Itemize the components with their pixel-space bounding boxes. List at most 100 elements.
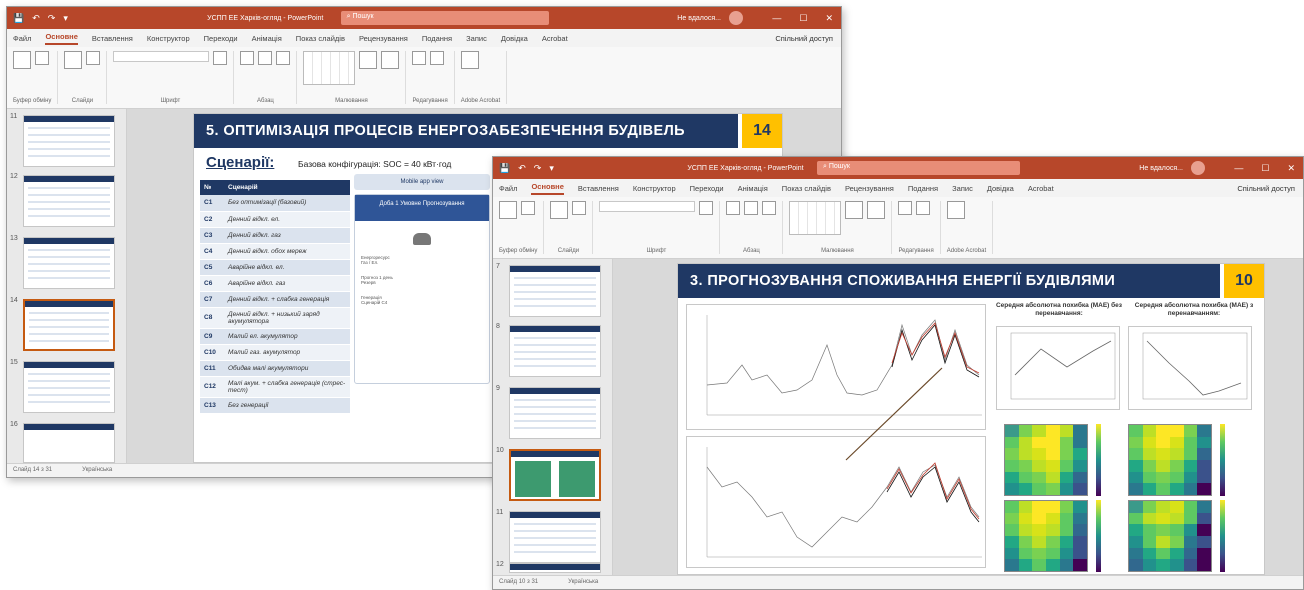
redo-icon[interactable]: ↷ xyxy=(48,13,56,24)
minimize-button[interactable]: — xyxy=(1234,163,1243,174)
table-row: C5 Аварійне відкл. ел. xyxy=(200,259,350,276)
align-icon[interactable] xyxy=(744,201,759,215)
tab-insert[interactable]: Вставлення xyxy=(578,184,619,193)
font-size-icon[interactable] xyxy=(213,51,228,65)
tab-slideshow[interactable]: Показ слайдів xyxy=(296,34,345,43)
tab-animations[interactable]: Анімація xyxy=(252,34,282,43)
tab-view[interactable]: Подання xyxy=(422,34,452,43)
base-configuration-text: Базова конфігурація: SOC = 40 кВт·год xyxy=(298,159,452,169)
tab-record[interactable]: Запис xyxy=(466,34,487,43)
cut-icon[interactable] xyxy=(35,51,49,65)
save-icon[interactable]: 💾 xyxy=(13,13,24,24)
table-header: № xyxy=(200,180,224,195)
quick-styles-icon[interactable] xyxy=(381,51,400,69)
undo-icon[interactable]: ↶ xyxy=(518,163,526,174)
layout-icon[interactable] xyxy=(86,51,101,65)
mobile-view-button[interactable]: Mobile app view xyxy=(354,174,490,190)
new-slide-icon[interactable] xyxy=(64,51,83,69)
maximize-button[interactable]: ☐ xyxy=(799,13,807,24)
save-icon[interactable]: 💾 xyxy=(499,163,510,174)
quick-styles-icon[interactable] xyxy=(867,201,886,219)
spacing-icon[interactable] xyxy=(276,51,291,65)
find-icon[interactable] xyxy=(412,51,427,65)
bullets-icon[interactable] xyxy=(240,51,255,65)
heatmap-colorbar xyxy=(1220,424,1225,496)
maximize-button[interactable]: ☐ xyxy=(1261,163,1269,174)
ribbon-group-paragraph: Абзац xyxy=(240,51,298,104)
arrange-icon[interactable] xyxy=(359,51,378,69)
tab-design[interactable]: Конструктор xyxy=(147,34,190,43)
share-button[interactable]: Спільний доступ xyxy=(1237,184,1295,193)
tab-animations[interactable]: Анімація xyxy=(738,184,768,193)
slide-thumbnail[interactable] xyxy=(509,387,601,439)
tab-home[interactable]: Основне xyxy=(531,182,564,195)
cut-icon[interactable] xyxy=(521,201,535,215)
find-icon[interactable] xyxy=(898,201,913,215)
table-row: C7 Денний відкл. + слабка генерація xyxy=(200,291,350,308)
tab-help[interactable]: Довідка xyxy=(501,34,528,43)
replace-icon[interactable] xyxy=(430,51,445,65)
table-row: C13 Без генерації xyxy=(200,397,350,414)
spacing-icon[interactable] xyxy=(762,201,777,215)
slide-thumbnail-selected[interactable] xyxy=(23,299,115,351)
font-name-input[interactable] xyxy=(599,201,696,212)
tab-design[interactable]: Конструктор xyxy=(633,184,676,193)
replace-icon[interactable] xyxy=(916,201,931,215)
tab-slideshow[interactable]: Показ слайдів xyxy=(782,184,831,193)
undo-icon[interactable]: ↶ xyxy=(32,13,40,24)
tab-review[interactable]: Рецензування xyxy=(845,184,894,193)
search-input[interactable]: ⌕ Пошук xyxy=(340,11,550,25)
create-pdf-icon[interactable] xyxy=(460,51,479,69)
tab-home[interactable]: Основне xyxy=(45,32,78,45)
slide-thumbnail-selected[interactable] xyxy=(509,449,601,501)
close-button[interactable]: ✕ xyxy=(825,13,833,24)
paste-icon[interactable] xyxy=(13,51,31,69)
new-slide-icon[interactable] xyxy=(550,201,569,219)
close-button[interactable]: ✕ xyxy=(1287,163,1295,174)
slide-thumbnail[interactable] xyxy=(23,423,115,463)
ribbon-group-clipboard: Буфер обміну xyxy=(13,51,59,104)
shapes-gallery[interactable] xyxy=(303,51,356,85)
tab-help[interactable]: Довідка xyxy=(987,184,1014,193)
tab-acrobat[interactable]: Acrobat xyxy=(542,34,568,43)
slide-thumbnail[interactable] xyxy=(23,237,115,289)
document-title: УСПП ЕЕ Харків-огляд - PowerPoint xyxy=(687,164,804,172)
slide-title: 3. ПРОГНОЗУВАННЯ СПОЖИВАННЯ ЕНЕРГІЇ БУДІ… xyxy=(678,264,1220,298)
arrange-icon[interactable] xyxy=(845,201,864,219)
tab-insert[interactable]: Вставлення xyxy=(92,34,133,43)
avatar[interactable] xyxy=(1191,161,1205,175)
redo-icon[interactable]: ↷ xyxy=(534,163,542,174)
tab-file[interactable]: Файл xyxy=(13,34,31,43)
slide-thumbnail[interactable] xyxy=(509,563,601,573)
slide-thumbnail[interactable] xyxy=(509,511,601,563)
tab-transitions[interactable]: Переходи xyxy=(690,184,724,193)
bullets-icon[interactable] xyxy=(726,201,741,215)
minimize-button[interactable]: — xyxy=(772,13,781,24)
slide-thumbnail[interactable] xyxy=(509,325,601,377)
slide-thumbnail[interactable] xyxy=(509,265,601,317)
share-button[interactable]: Спільний доступ xyxy=(775,34,833,43)
avatar[interactable] xyxy=(729,11,743,25)
shapes-gallery[interactable] xyxy=(789,201,842,235)
align-icon[interactable] xyxy=(258,51,273,65)
tab-file[interactable]: Файл xyxy=(499,184,517,193)
quick-access-toolbar: 💾 ↶ ↷ ▾ xyxy=(499,163,554,174)
create-pdf-icon[interactable] xyxy=(946,201,965,219)
slide-thumbnail[interactable] xyxy=(23,361,115,413)
customize-icon[interactable]: ▾ xyxy=(549,163,554,174)
heatmap-1 xyxy=(1004,424,1088,496)
tab-transitions[interactable]: Переходи xyxy=(204,34,238,43)
slide-thumbnail[interactable] xyxy=(23,175,115,227)
layout-icon[interactable] xyxy=(572,201,587,215)
tab-view[interactable]: Подання xyxy=(908,184,938,193)
customize-icon[interactable]: ▾ xyxy=(63,13,68,24)
search-input[interactable]: ⌕ Пошук xyxy=(817,161,1020,175)
tab-review[interactable]: Рецензування xyxy=(359,34,408,43)
font-name-input[interactable] xyxy=(113,51,210,62)
slide-thumbnail[interactable] xyxy=(23,115,115,167)
font-size-icon[interactable] xyxy=(699,201,714,215)
mae-chart-left xyxy=(996,326,1120,410)
tab-acrobat[interactable]: Acrobat xyxy=(1028,184,1054,193)
paste-icon[interactable] xyxy=(499,201,517,219)
tab-record[interactable]: Запис xyxy=(952,184,973,193)
